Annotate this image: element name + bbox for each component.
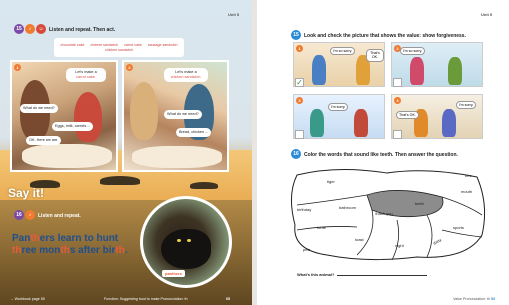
child-figure — [310, 109, 324, 137]
word-box-item: chocolate cake — [60, 43, 85, 47]
activity-number-badge: 16 — [291, 149, 301, 159]
left-page: Unit 5 15 ♪ ☺ Listen and repeat. Then ac… — [0, 0, 252, 305]
phonics-part: s after bir — [69, 244, 116, 256]
speech-bubble: Let's make a carrot cake. — [66, 68, 106, 82]
picture-2-checkbox[interactable] — [393, 78, 402, 87]
map-word: turtle — [317, 225, 326, 230]
phonics-part: th — [60, 244, 70, 256]
map-word: birthday — [297, 207, 312, 212]
word-box-item: sausage sandwich — [147, 43, 178, 47]
child-figure — [354, 109, 368, 137]
speech-bubble: What do we need? — [164, 110, 202, 119]
say-it-title: Say it! — [8, 186, 45, 200]
speech-bubble: What do we need? — [20, 104, 58, 113]
speech-bubble: That's OK. — [396, 111, 419, 120]
page-number: 53 — [491, 297, 495, 301]
picture-3-checkbox[interactable] — [295, 130, 304, 139]
phonics-number-badge: 16 — [14, 210, 24, 220]
audio-icon[interactable]: ♪ — [25, 24, 35, 34]
page-number: 65 — [226, 297, 230, 301]
map-word: bathroom — [339, 205, 356, 210]
word-box: chocolate cake cheese sandwich carrot ca… — [54, 38, 184, 57]
map-word: pets — [303, 247, 311, 252]
speech-bubble: I'm sorry. — [328, 103, 349, 112]
speech-bubble: Let's make a chicken sandwich. — [164, 68, 208, 82]
picture-2[interactable]: 2 I'm so sorry. — [391, 42, 483, 87]
footer-function: Function: Suggesting food to make Pronun… — [104, 297, 188, 301]
word-box-item: carrot cake — [124, 43, 142, 47]
phonics-instruction: Listen and repeat. — [38, 213, 81, 219]
picture-1-checkbox[interactable]: ✓ — [295, 78, 304, 87]
map-word: teeth — [415, 201, 424, 206]
word-box-item: cheese sandwich — [90, 43, 119, 47]
role-play-icon: ☺ — [36, 24, 46, 34]
picture-number: 3 — [296, 97, 303, 104]
speech-bubble: I'm so sorry. — [330, 47, 356, 56]
footer-right: Value Pronunciation: th 53 — [453, 297, 495, 301]
activity-instruction: Color the words that sound like teeth. T… — [304, 152, 458, 158]
unit-label: Unit 5 — [228, 12, 240, 17]
unit-label: Unit 5 — [481, 12, 493, 17]
food-table — [132, 146, 222, 168]
phonics-part: ree mon — [21, 244, 61, 256]
acacia-tree — [190, 182, 218, 189]
question-text: What's this animal? — [297, 272, 335, 277]
speech-bubble: I'm so sorry. — [400, 47, 426, 56]
speech-bubble: OK. Here we are. — [26, 136, 62, 145]
activity-number-badge: 15 — [291, 30, 301, 40]
person-girl — [130, 82, 158, 140]
phonics-part: Pan — [12, 233, 31, 244]
panther-label: panthers — [162, 270, 185, 277]
answer-blank[interactable] — [337, 275, 428, 276]
child-figure — [312, 55, 326, 85]
map-word: night — [395, 243, 404, 248]
photo-number: 1 — [14, 64, 21, 71]
child-figure — [448, 57, 462, 85]
speech-bubble: Eggs, milk, carrots ... — [52, 122, 94, 131]
phonics-part: th — [30, 233, 40, 244]
map-word: thank you — [375, 211, 393, 216]
person-boy — [74, 92, 102, 142]
photo-chicken-sandwich: 2 Let's make a chicken sandwich. What do … — [122, 60, 229, 172]
panther-photo — [140, 196, 232, 288]
panther-body — [161, 229, 211, 269]
picture-3[interactable]: 3 I'm sorry. — [293, 94, 385, 139]
phonics-sentence: Panthers learn to hunt three months afte… — [12, 233, 137, 256]
picture-number: 1 — [296, 45, 303, 52]
speech-bubble: I'm sorry. — [456, 101, 477, 110]
activity-instruction: Listen and repeat. Then act. — [49, 27, 116, 33]
phonics-part: ers learn to hunt — [39, 233, 119, 244]
question-line: What's this animal? — [297, 272, 428, 277]
map-word: tiger — [327, 179, 335, 184]
picture-number: 4 — [394, 97, 401, 104]
phonics-part: . — [124, 244, 128, 256]
right-page: Unit 5 15 Look and check the picture tha… — [257, 0, 509, 305]
food-table — [22, 144, 112, 168]
photo-carrot-cake: 1 Let's make a carrot cake. What do we ne… — [10, 60, 118, 172]
photo-number: 2 — [126, 64, 133, 71]
speech-bubble: That's OK. — [366, 49, 384, 62]
child-figure — [442, 109, 456, 137]
panther-eye — [177, 239, 181, 242]
map-word: sports — [453, 225, 464, 230]
word-box-item: chicken sandwich — [104, 48, 134, 52]
picture-4[interactable]: 4 That's OK. I'm sorry. — [391, 94, 483, 139]
footer-value: Value Pronunciation: th — [453, 297, 490, 301]
workbook-reference: → Workbook page 55 — [10, 297, 45, 301]
acacia-tree — [100, 176, 140, 185]
picture-4-checkbox[interactable] — [393, 130, 402, 139]
activity-number-badge: 15 — [14, 24, 24, 34]
word-puzzle-map: tiger bee mouth birthday bathroom teeth … — [277, 165, 497, 265]
map-word: bee — [465, 173, 472, 178]
child-figure — [410, 57, 424, 85]
picture-1[interactable]: 1 I'm so sorry. That's OK. — [293, 42, 385, 87]
phonics-part: th — [115, 244, 125, 256]
map-word: toast — [355, 237, 364, 242]
map-word: mouth — [461, 189, 473, 194]
activity-instruction: Look and check the picture that shows th… — [304, 33, 466, 39]
speech-bubble: Bread, chicken ... — [176, 128, 212, 137]
panther-eye — [187, 239, 191, 242]
audio-icon[interactable]: ♪ — [25, 210, 35, 220]
